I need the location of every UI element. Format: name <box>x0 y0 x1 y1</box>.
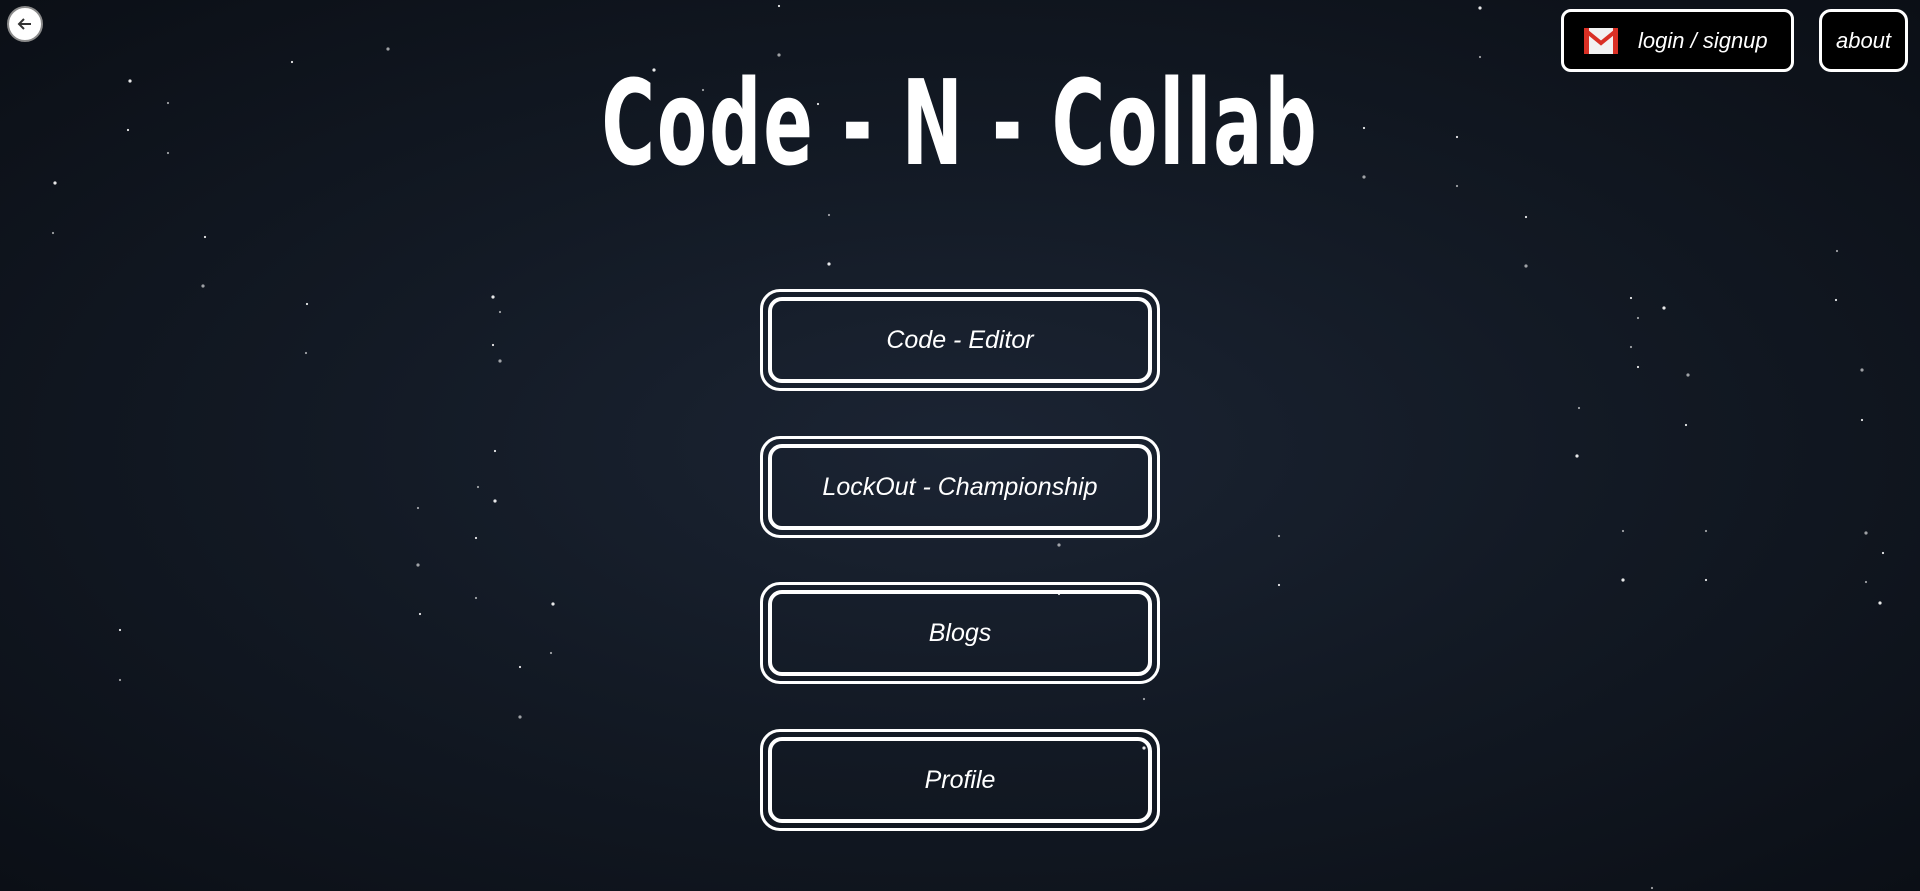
star-dot <box>1524 215 1528 219</box>
star-dot <box>1686 373 1690 377</box>
star-dot <box>1621 578 1625 582</box>
star-dot <box>827 262 831 266</box>
star-dot <box>1704 578 1708 582</box>
star-dot <box>1455 184 1459 188</box>
star-dot <box>498 310 502 314</box>
star-dot <box>474 536 478 540</box>
gmail-icon <box>1584 27 1618 54</box>
star-dot <box>493 449 497 453</box>
star-dot <box>1277 534 1281 538</box>
star-dot <box>166 151 170 155</box>
star-dot <box>386 47 390 51</box>
star-dot <box>51 231 55 235</box>
star-dot <box>128 79 132 83</box>
lockout-championship-button[interactable]: LockOut - Championship <box>760 436 1160 538</box>
star-dot <box>1524 264 1528 268</box>
star-dot <box>304 351 308 355</box>
star-dot <box>493 499 497 503</box>
star-dot <box>827 213 831 217</box>
star-dot <box>126 128 130 132</box>
app-title: Code - N - Collab <box>601 54 1319 192</box>
star-dot <box>1636 316 1640 320</box>
star-dot <box>1575 454 1579 458</box>
star-dot <box>1878 601 1882 605</box>
code-editor-label: Code - Editor <box>768 297 1152 383</box>
star-dot <box>1704 529 1708 533</box>
star-dot <box>491 295 495 299</box>
star-dot <box>416 563 420 567</box>
star-dot <box>305 302 309 306</box>
star-dot <box>1860 418 1864 422</box>
star-dot <box>1662 306 1666 310</box>
star-dot <box>1864 531 1868 535</box>
star-dot <box>1478 6 1482 10</box>
back-button[interactable] <box>7 6 43 42</box>
blogs-label: Blogs <box>768 590 1152 676</box>
star-dot <box>777 4 781 8</box>
star-dot <box>476 485 480 489</box>
star-dot <box>1277 583 1281 587</box>
star-dot <box>1629 296 1633 300</box>
star-dot <box>418 612 422 616</box>
star-dot <box>1621 529 1625 533</box>
star-dot <box>474 596 478 600</box>
star-dot <box>1577 406 1581 410</box>
star-dot <box>416 506 420 510</box>
about-button[interactable]: about <box>1819 9 1908 72</box>
star-dot <box>1860 368 1864 372</box>
star-dot <box>1142 697 1146 701</box>
star-dot <box>1881 551 1885 555</box>
star-dot <box>53 181 57 185</box>
star-dot <box>1835 249 1839 253</box>
star-dot <box>1650 886 1654 890</box>
star-dot <box>118 678 122 682</box>
login-signup-button[interactable]: login / signup <box>1561 9 1794 72</box>
star-dot <box>1629 345 1633 349</box>
star-dot <box>203 235 207 239</box>
star-dot <box>166 101 170 105</box>
blogs-button[interactable]: Blogs <box>760 582 1160 684</box>
star-dot <box>1478 55 1482 59</box>
arrow-left-icon <box>17 18 31 30</box>
star-dot <box>549 651 553 655</box>
star-dot <box>1057 543 1061 547</box>
star-dot <box>1636 365 1640 369</box>
login-signup-label: login / signup <box>1638 27 1768 53</box>
lockout-championship-label: LockOut - Championship <box>768 444 1152 530</box>
code-editor-button[interactable]: Code - Editor <box>760 289 1160 391</box>
star-dot <box>118 628 122 632</box>
star-dot <box>290 60 294 64</box>
star-dot <box>518 665 522 669</box>
star-dot <box>518 715 522 719</box>
star-dot <box>551 602 555 606</box>
star-dot <box>201 284 205 288</box>
star-dot <box>1864 580 1868 584</box>
profile-button[interactable]: Profile <box>760 729 1160 831</box>
star-dot <box>1834 298 1838 302</box>
star-dot <box>491 343 495 347</box>
profile-label: Profile <box>768 737 1152 823</box>
star-dot <box>1684 423 1688 427</box>
star-dot <box>498 359 502 363</box>
